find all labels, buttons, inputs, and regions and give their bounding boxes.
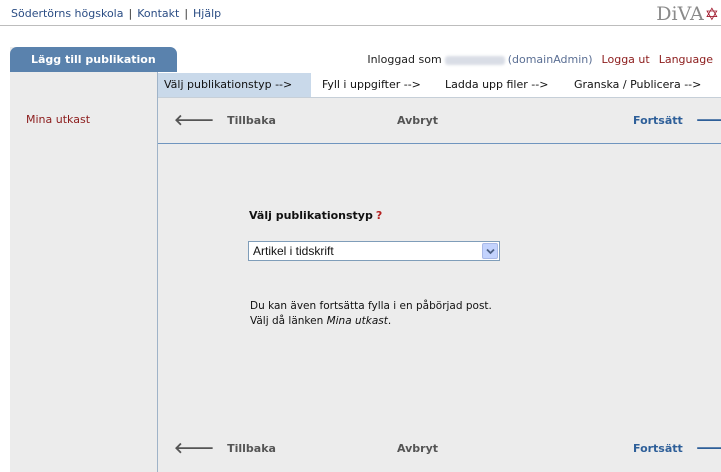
step-fill-details[interactable]: Fyll i uppgifter --> — [322, 73, 421, 97]
nav-bar-bottom: 🡐 Tillbaka Avbryt Fortsätt 🡒 — [158, 426, 721, 472]
diva-logo: DiVA✡ — [656, 3, 719, 25]
back-button-bottom[interactable]: 🡐 Tillbaka — [174, 426, 276, 472]
top-bar: Södertörns högskola | Kontakt | Hjälp DiVA✡ — [0, 0, 721, 26]
info-line-2-suffix: . — [387, 315, 392, 327]
top-link-help[interactable]: Hjälp — [193, 7, 221, 20]
username-blurred — [444, 55, 505, 65]
main-panel: 🡐 Tillbaka Avbryt Fortsätt 🡒 Välj publik… — [158, 98, 721, 472]
info-line-1: Du kan även fortsätta fylla i en påbörja… — [250, 300, 492, 312]
back-label: Tillbaka — [227, 114, 276, 127]
top-link-university[interactable]: Södertörns högskola — [11, 7, 123, 20]
info-line-2: Välj då länken Mina utkast. — [250, 314, 492, 329]
publication-type-select[interactable]: Artikel i tidskrift — [248, 241, 500, 261]
sidebar: Lägg till publikation Mina utkast — [10, 47, 177, 472]
publication-type-label-text: Välj publikationstyp — [249, 209, 373, 222]
step-select-type[interactable]: Välj publikationstyp --> — [158, 73, 311, 97]
arrow-left-icon: 🡐 — [174, 438, 215, 457]
top-link-contact[interactable]: Kontakt — [137, 7, 179, 20]
chevron-down-icon[interactable] — [482, 243, 498, 259]
back-button[interactable]: 🡐 Tillbaka — [174, 98, 276, 144]
separator: | — [128, 7, 133, 20]
publication-type-value: Artikel i tidskrift — [253, 244, 334, 258]
logged-in-label: Inloggad som — [367, 53, 442, 66]
arrow-right-icon: 🡒 — [695, 438, 721, 457]
arrow-left-icon: 🡐 — [174, 110, 215, 129]
continue-label: Fortsätt — [633, 442, 683, 455]
user-role: (domainAdmin) — [507, 53, 593, 66]
cancel-button-bottom[interactable]: Avbryt — [397, 426, 438, 472]
logout-link[interactable]: Logga ut — [602, 53, 650, 66]
continue-label: Fortsätt — [633, 114, 683, 127]
language-link[interactable]: Language — [659, 53, 713, 66]
logo-text: DiVA — [656, 3, 704, 25]
user-status: Inloggad som (domainAdmin) Logga ut Languag… — [367, 53, 713, 66]
nav-bar-top: 🡐 Tillbaka Avbryt Fortsätt 🡒 — [158, 98, 721, 144]
back-label: Tillbaka — [227, 442, 276, 455]
help-question-icon[interactable]: ? — [376, 209, 382, 222]
step-upload-files[interactable]: Ladda upp filer --> — [445, 73, 548, 97]
top-links: Södertörns högskola | Kontakt | Hjälp — [11, 7, 221, 20]
continue-button[interactable]: Fortsätt 🡒 — [633, 98, 721, 144]
cancel-button[interactable]: Avbryt — [397, 98, 438, 144]
step-tabs: Välj publikationstyp --> Fyll i uppgifte… — [158, 73, 721, 98]
continue-button-bottom[interactable]: Fortsätt 🡒 — [633, 426, 721, 472]
sidebar-tab-add-publication[interactable]: Lägg till publikation — [10, 47, 177, 72]
logo-star-icon: ✡ — [704, 5, 719, 25]
separator: | — [184, 7, 189, 20]
publication-type-label: Välj publikationstyp? — [249, 209, 382, 222]
info-drafts-reference: Mina utkast — [326, 315, 388, 327]
step-review-publish[interactable]: Granska / Publicera --> — [574, 73, 701, 97]
drafts-info-text: Du kan även fortsätta fylla i en påbörja… — [250, 299, 492, 329]
my-drafts-link[interactable]: Mina utkast — [26, 113, 90, 126]
info-line-2-prefix: Välj då länken — [250, 315, 327, 327]
arrow-right-icon: 🡒 — [695, 110, 721, 129]
